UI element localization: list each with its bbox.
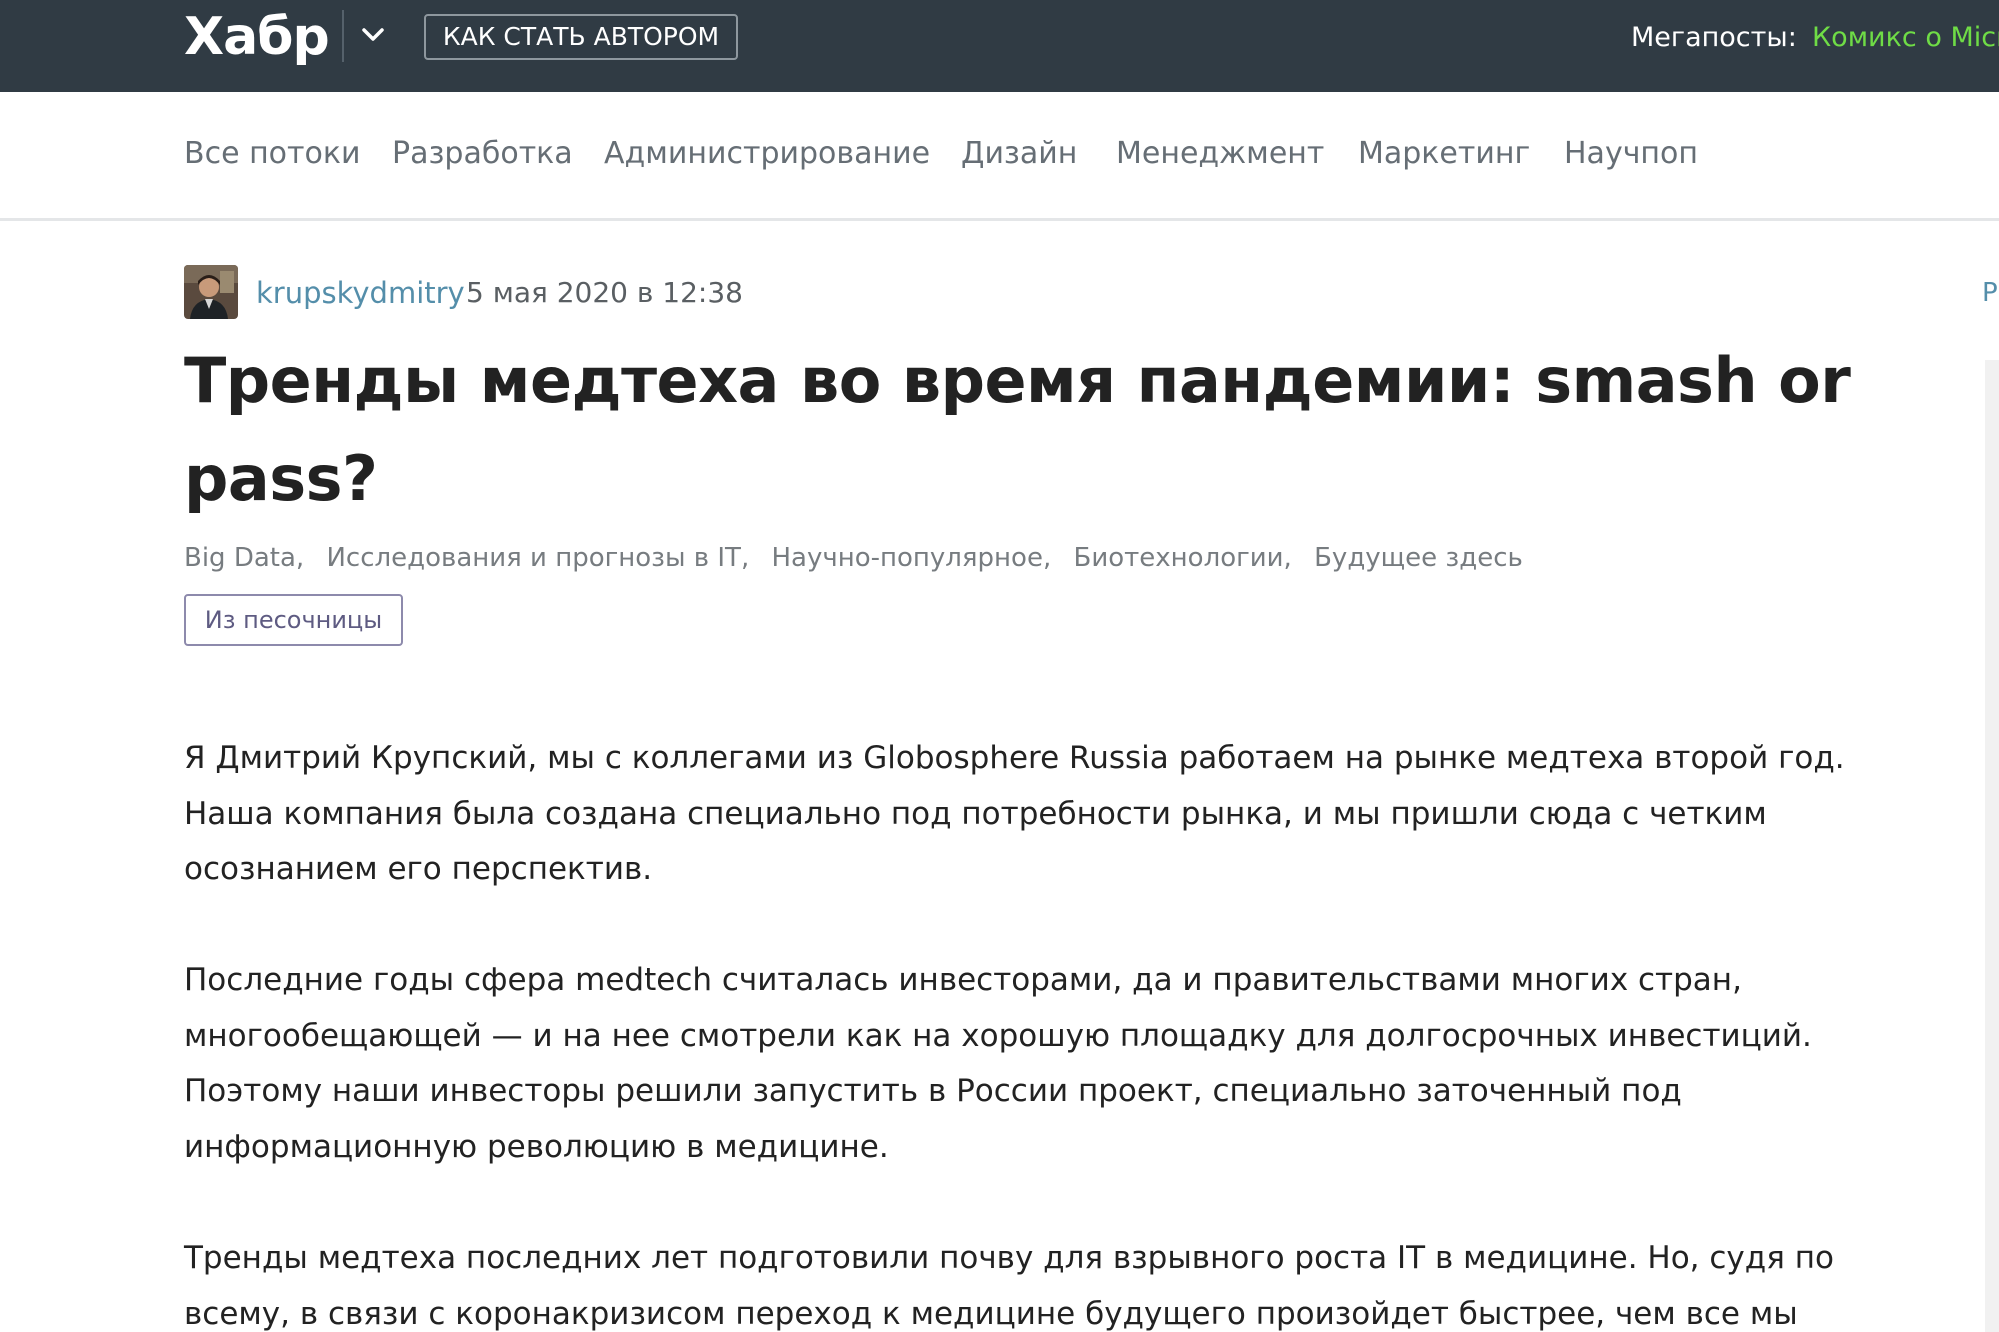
habr-logo[interactable]: Хабр	[184, 4, 330, 70]
paragraph-line: Тренды медтеха последних лет подготовили…	[184, 1240, 1834, 1276]
habr-article-page: Хабр КАК СТАТЬ АВТОРОМ Мегапосты: Комикс…	[0, 0, 1999, 1332]
post-hubs: Big Data, Исследования и прогнозы в IT, …	[184, 538, 1784, 578]
post-title-line: pass?	[184, 442, 378, 515]
sidebar-edge-text: Р	[1982, 278, 1998, 308]
hub-link[interactable]: Биотехнологии,	[1074, 543, 1292, 573]
author-avatar[interactable]	[184, 265, 238, 319]
top-bar: Хабр КАК СТАТЬ АВТОРОМ Мегапосты: Комикс…	[0, 0, 1999, 92]
flows-nav: Все потоки Разработка Администрирование …	[0, 92, 1999, 221]
paragraph-line: многообещающей — и на нее смотрели как н…	[184, 1017, 1812, 1054]
nav-item-all-flows[interactable]: Все потоки	[184, 134, 360, 174]
nav-item-design[interactable]: Дизайн	[961, 134, 1077, 174]
paragraph-line: информационную революцию в медицине.	[184, 1128, 889, 1165]
how-to-become-author-button[interactable]: КАК СТАТЬ АВТОРОМ	[424, 14, 738, 60]
paragraph-line: Поэтому наши инвесторы решили запустить …	[184, 1073, 1682, 1109]
sandbox-badge[interactable]: Из песочницы	[184, 594, 403, 646]
author-name-link[interactable]: krupskydmitry	[256, 274, 465, 312]
megapost-link[interactable]: Комикс о Micr	[1812, 20, 1999, 56]
paragraph-line: осознанием его перспектив.	[184, 851, 653, 887]
hub-link[interactable]: Научно-популярное,	[771, 543, 1051, 573]
chevron-down-icon	[362, 28, 384, 41]
nav-item-administration[interactable]: Администрирование	[604, 134, 930, 174]
post-paragraph: Последние годы сфера medtech считалась и…	[184, 953, 1944, 1175]
paragraph-line: всему, в связи с коронакризисом переход …	[184, 1295, 1798, 1332]
nav-item-management[interactable]: Менеджмент	[1116, 134, 1324, 174]
post-title: Тренды медтеха во время пандемии: smash …	[184, 332, 1884, 528]
nav-item-marketing[interactable]: Маркетинг	[1358, 134, 1530, 174]
paragraph-line: Последние годы сфера medtech считалась и…	[184, 962, 1742, 998]
hub-link[interactable]: Исследования и прогнозы в IT,	[326, 543, 749, 573]
page-scrollbar[interactable]	[1985, 360, 1999, 1332]
paragraph-line: Наша компания была создана специально по…	[184, 795, 1767, 832]
hub-link[interactable]: Будущее здесь	[1314, 543, 1523, 573]
avatar-image	[184, 265, 238, 319]
menu-toggle-button[interactable]	[356, 16, 390, 56]
post-paragraph: Тренды медтеха последних лет подготовили…	[184, 1231, 1944, 1332]
post-title-line: Тренды медтеха во время пандемии: smash …	[184, 344, 1851, 417]
paragraph-line: Я Дмитрий Крупский, мы с коллегами из Gl…	[184, 740, 1845, 776]
logo-divider	[342, 10, 344, 62]
post-paragraph: Я Дмитрий Крупский, мы с коллегами из Gl…	[184, 731, 1944, 898]
nav-item-popsci[interactable]: Научпоп	[1564, 134, 1698, 174]
hub-link[interactable]: Big Data,	[184, 543, 304, 573]
post-date: 5 мая 2020 в 12:38	[466, 276, 743, 309]
megaposts-label: Мегапосты:	[1631, 22, 1797, 53]
nav-item-development[interactable]: Разработка	[392, 134, 573, 174]
